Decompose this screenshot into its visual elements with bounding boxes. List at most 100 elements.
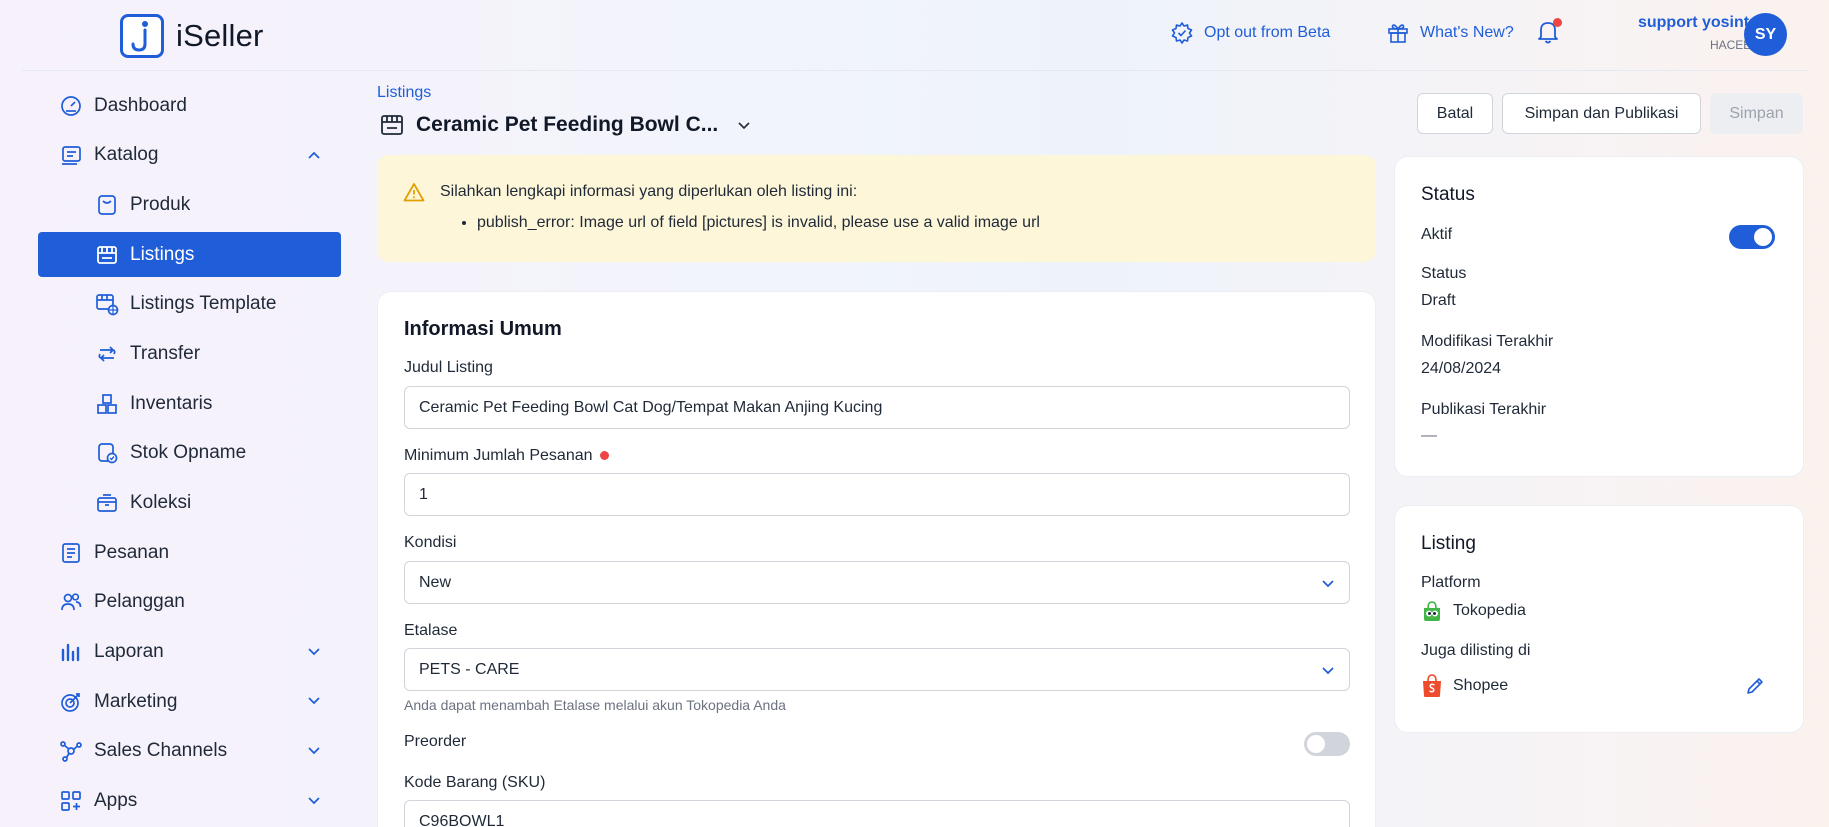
chevron-down-icon [1322, 667, 1334, 675]
iseller-logo[interactable]: iSeller [120, 14, 264, 58]
whats-new-label: What's New? [1420, 24, 1514, 41]
opt-out-beta-label: Opt out from Beta [1204, 24, 1331, 41]
chevron-down-icon [308, 647, 320, 655]
notifications-button[interactable] [1536, 18, 1562, 50]
listing-title-value: Ceramic Pet Feeding Bowl Cat Dog/Tempat … [419, 398, 883, 416]
page-title[interactable]: Ceramic Pet Feeding Bowl C... [380, 113, 752, 137]
last-modified-value: 24/08/2024 [1421, 360, 1502, 377]
listing-card-title: Listing [1421, 533, 1476, 554]
alert-message: Silahkan lengkapi informasi yang diperlu… [440, 183, 858, 200]
badge-star-icon [1171, 22, 1193, 44]
user-menu[interactable]: support yosinta HACEEL [1638, 14, 1758, 52]
customers-icon [58, 589, 84, 615]
sidebar-item-label: Katalog [94, 144, 159, 166]
chevron-down-icon [308, 747, 320, 755]
chevron-down-icon[interactable] [736, 117, 752, 133]
catalog-icon [58, 142, 84, 168]
iseller-logo-mark [120, 14, 164, 58]
platform-tokopedia: Tokopedia [1421, 600, 1526, 622]
sidebar-item-listings[interactable]: Listings [38, 232, 341, 278]
sidebar-item-produk[interactable]: Produk [38, 182, 341, 227]
chevron-down-icon [1322, 580, 1334, 588]
preorder-toggle[interactable] [1304, 732, 1350, 756]
min-order-label-text: Minimum Jumlah Pesanan [404, 447, 593, 464]
alert-error-list: publish_error: Image url of field [pictu… [475, 214, 1040, 232]
last-published-value: — [1421, 427, 1437, 444]
sidebar-item-marketing[interactable]: Marketing [38, 679, 341, 724]
platform-label: Platform [1421, 574, 1481, 591]
active-toggle[interactable] [1729, 225, 1775, 249]
min-order-value: 1 [419, 485, 428, 503]
sku-label: Kode Barang (SKU) [404, 774, 546, 791]
whats-new-link[interactable]: What's New? [1386, 21, 1514, 45]
apps-grid-icon [58, 788, 84, 814]
sidebar-item-apps[interactable]: Apps [38, 779, 341, 824]
sidebar-item-label: Listings [130, 243, 195, 265]
inventory-icon [94, 391, 120, 417]
edit-pencil-icon[interactable] [1745, 676, 1765, 696]
listings-icon [94, 242, 120, 268]
required-indicator [599, 451, 609, 461]
gift-icon [1388, 24, 1408, 43]
toggle-knob [1754, 228, 1772, 246]
listing-title-label: Judul Listing [404, 359, 493, 376]
chevron-down-icon [308, 697, 320, 705]
sidebar-item-pesanan[interactable]: Pesanan [38, 530, 341, 575]
marketing-target-icon [58, 689, 84, 715]
stock-opname-icon [94, 440, 120, 466]
also-listed-label: Juga dilisting di [1421, 642, 1531, 659]
sidebar-item-katalog[interactable]: Katalog [38, 133, 341, 178]
alert-error-item: publish_error: Image url of field [pictu… [477, 214, 1040, 232]
sku-value: C96BOWL1 [419, 812, 505, 827]
also-listed-value: Shopee [1453, 677, 1509, 694]
min-order-input[interactable]: 1 [404, 473, 1350, 516]
opt-out-beta-link[interactable]: Opt out from Beta [1170, 21, 1330, 45]
status-card-title: Status [1421, 184, 1475, 205]
chevron-down-icon [308, 797, 320, 804]
shopee-icon [1423, 674, 1441, 697]
sidebar-item-sales-channels[interactable]: Sales Channels [38, 729, 341, 774]
breadcrumb-listings[interactable]: Listings [377, 84, 431, 102]
user-name: support yosinta [1637, 14, 1758, 31]
sidebar-item-label: Transfer [130, 342, 201, 364]
notification-dot [1553, 18, 1562, 27]
listing-card: Listing Platform Tokopedia Juga dilistin… [1394, 505, 1804, 733]
etalase-select[interactable]: PETS - CARE [404, 648, 1350, 691]
toggle-knob [1307, 735, 1325, 753]
condition-select[interactable]: New [404, 561, 1350, 604]
sku-input[interactable]: C96BOWL1 [404, 800, 1350, 827]
listing-title-input[interactable]: Ceramic Pet Feeding Bowl Cat Dog/Tempat … [404, 386, 1350, 429]
logo-figure-icon [131, 21, 148, 52]
sidebar-item-transfer[interactable]: Transfer [38, 331, 341, 376]
general-info-title: Informasi Umum [404, 318, 562, 340]
save-button[interactable]: Simpan [1710, 93, 1803, 134]
sidebar-item-inventaris[interactable]: Inventaris [38, 381, 341, 426]
sidebar-item-stok-opname[interactable]: Stok Opname [38, 431, 341, 476]
validation-alert: Silahkan lengkapi informasi yang diperlu… [377, 155, 1376, 262]
sidebar-item-label: Marketing [94, 690, 178, 712]
user-org: HACEEL [1709, 38, 1758, 52]
also-listed-shopee: Shopee [1421, 674, 1508, 698]
sidebar-item-listings-template[interactable]: Listings Template [38, 282, 341, 327]
sidebar-item-koleksi[interactable]: Koleksi [38, 481, 341, 526]
sidebar-item-pelanggan[interactable]: Pelanggan [38, 580, 341, 625]
orders-icon [58, 540, 84, 566]
status-label: Status [1421, 265, 1467, 282]
sidebar-item-label: Inventaris [130, 392, 213, 414]
status-value: Draft [1421, 292, 1456, 309]
reports-icon [58, 639, 84, 665]
save-and-publish-button[interactable]: Simpan dan Publikasi [1502, 93, 1701, 134]
app-name: iSeller [176, 18, 264, 53]
cancel-button[interactable]: Batal [1417, 93, 1493, 134]
avatar[interactable]: SY [1744, 13, 1787, 56]
sidebar-item-label: Laporan [94, 641, 164, 663]
last-published-label: Publikasi Terakhir [1421, 401, 1547, 418]
warning-icon [403, 183, 425, 202]
sidebar-item-dashboard[interactable]: Dashboard [38, 83, 341, 128]
sidebar-item-laporan[interactable]: Laporan [38, 630, 341, 675]
status-card: Status Aktif Status Draft Modifikasi Ter… [1394, 156, 1804, 477]
dashboard-icon [58, 93, 84, 119]
product-icon [94, 192, 120, 218]
sidebar-item-label: Produk [130, 193, 191, 215]
page-title-text: Ceramic Pet Feeding Bowl C... [416, 113, 719, 136]
